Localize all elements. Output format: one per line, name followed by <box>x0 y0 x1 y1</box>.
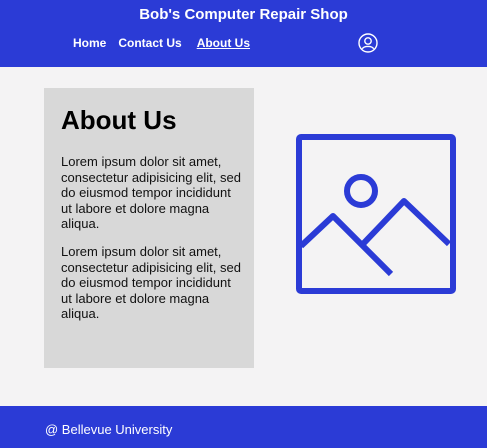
site-footer: @ Bellevue University <box>0 406 487 448</box>
site-title: Bob's Computer Repair Shop <box>139 6 348 23</box>
page-title: About Us <box>61 105 177 135</box>
about-paragraph: Lorem ipsum dolor sit amet, consectetur … <box>61 244 241 321</box>
nav-link-about-us[interactable]: About Us <box>197 36 250 50</box>
about-paragraph: Lorem ipsum dolor sit amet, consectetur … <box>61 154 241 231</box>
user-account-icon[interactable] <box>358 33 378 53</box>
about-card: About Us Lorem ipsum dolor sit amet, con… <box>44 88 254 368</box>
footer-text: @ Bellevue University <box>45 422 173 437</box>
site-header: Bob's Computer Repair Shop Home Contact … <box>0 0 487 67</box>
nav-link-contact-us[interactable]: Contact Us <box>118 36 181 50</box>
nav-link-home[interactable]: Home <box>73 36 106 50</box>
image-placeholder-icon <box>296 134 456 294</box>
main-nav: Home Contact Us About Us <box>73 36 250 50</box>
